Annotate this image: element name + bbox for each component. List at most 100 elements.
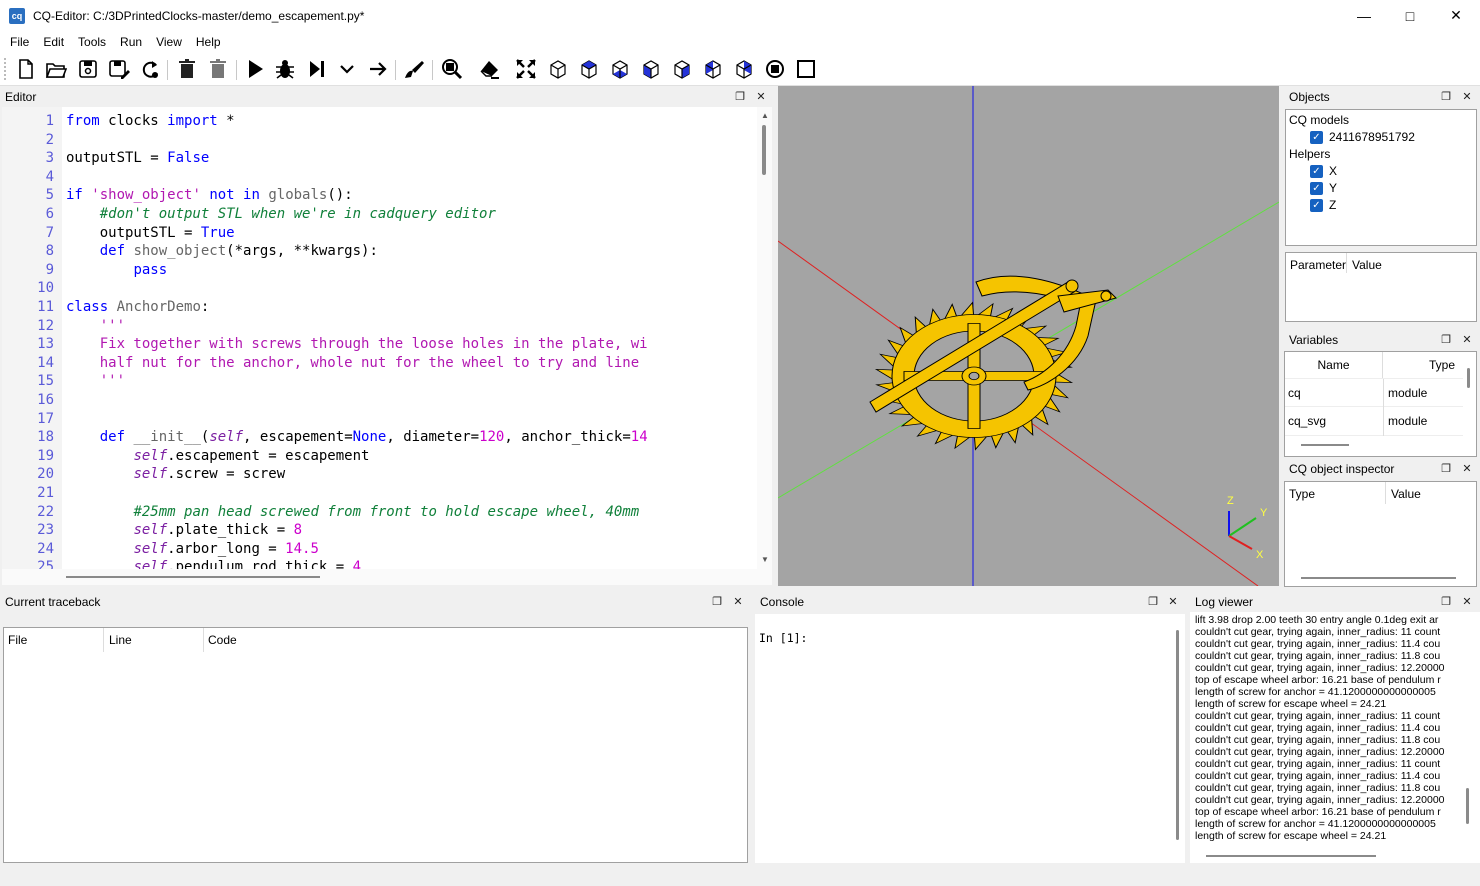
menu-run[interactable]: Run	[113, 35, 149, 49]
shaded-icon[interactable]	[794, 57, 818, 81]
code-line[interactable]: outputSTL = False	[66, 150, 209, 166]
column-header-parameter[interactable]: Parameter	[1290, 258, 1346, 272]
column-header-file[interactable]: File	[8, 633, 27, 647]
close-icon[interactable]: ✕	[1460, 462, 1474, 476]
code-line[interactable]: class AnchorDemo:	[66, 299, 209, 315]
code-line[interactable]: #25mm pan head screwed from front to hol…	[66, 504, 639, 520]
close-icon[interactable]: ✕	[1460, 595, 1474, 609]
scrollbar-thumb[interactable]	[762, 125, 766, 175]
close-icon[interactable]: ✕	[1433, 0, 1479, 31]
close-icon[interactable]: ✕	[1166, 595, 1180, 609]
menu-view[interactable]: View	[149, 35, 189, 49]
float-icon[interactable]: ❐	[1439, 595, 1453, 609]
table-row[interactable]: cq_svg module	[1285, 407, 1463, 436]
column-header-value[interactable]: Value	[1391, 487, 1421, 501]
float-icon[interactable]: ❐	[733, 90, 747, 104]
checkbox-checked-icon[interactable]: ✓	[1310, 130, 1323, 144]
run-icon[interactable]	[243, 57, 267, 81]
maximize-icon[interactable]: □	[1387, 0, 1433, 31]
float-icon[interactable]: ❐	[1439, 462, 1453, 476]
3d-viewport[interactable]: Z Y X	[778, 86, 1279, 586]
menu-edit[interactable]: Edit	[36, 35, 71, 49]
float-icon[interactable]: ❐	[1439, 90, 1453, 104]
column-header-value[interactable]: Value	[1352, 258, 1382, 272]
minimize-icon[interactable]: —	[1341, 0, 1387, 31]
new-file-icon[interactable]	[14, 57, 38, 81]
close-icon[interactable]: ✕	[754, 90, 768, 104]
code-line[interactable]: '''	[66, 373, 125, 389]
fit-icon[interactable]	[440, 57, 464, 81]
save-icon[interactable]	[76, 57, 100, 81]
scrollbar-thumb[interactable]	[66, 576, 320, 578]
checkbox-checked-icon[interactable]: ✓	[1310, 181, 1323, 195]
checkbox-checked-icon[interactable]: ✓	[1310, 164, 1323, 178]
code-line[interactable]: half nut for the anchor, whole nut for t…	[66, 355, 639, 371]
parameter-table[interactable]: Parameter Value	[1285, 252, 1477, 322]
code-line[interactable]: outputSTL = True	[66, 225, 235, 241]
step-in-icon[interactable]	[335, 57, 359, 81]
left-view-icon[interactable]	[701, 57, 725, 81]
code-line[interactable]: self.pendulum_rod_thick = 4	[66, 559, 361, 569]
tree-group-cq-models[interactable]: CQ models	[1289, 113, 1349, 127]
code-line[interactable]: #don't output STL when we're in cadquery…	[66, 206, 496, 222]
column-header-code[interactable]: Code	[208, 633, 237, 647]
eraser-icon[interactable]	[478, 57, 502, 81]
code-line[interactable]: Fix together with screws through the loo…	[66, 336, 648, 352]
top-view-icon[interactable]	[577, 57, 601, 81]
scrollbar-thumb[interactable]	[1176, 630, 1179, 840]
code-line[interactable]: def show_object(*args, **kwargs):	[66, 243, 378, 259]
scroll-up-icon[interactable]: ▲	[761, 111, 769, 120]
menu-help[interactable]: Help	[189, 35, 228, 49]
code-line[interactable]: self.arbor_long = 14.5	[66, 541, 318, 557]
float-icon[interactable]: ❐	[710, 595, 724, 609]
float-icon[interactable]: ❐	[1439, 333, 1453, 347]
menu-tools[interactable]: Tools	[71, 35, 113, 49]
column-header-line[interactable]: Line	[109, 633, 132, 647]
step-icon[interactable]	[305, 57, 329, 81]
column-header-type[interactable]: Type	[1383, 352, 1463, 378]
close-icon[interactable]: ✕	[1460, 333, 1474, 347]
tree-group-helpers[interactable]: Helpers	[1289, 147, 1330, 161]
wireframe-icon[interactable]	[763, 57, 787, 81]
right-view-icon[interactable]	[732, 57, 756, 81]
code-line[interactable]: self.plate_thick = 8	[66, 522, 302, 538]
open-folder-icon[interactable]	[44, 57, 68, 81]
checkbox-checked-icon[interactable]: ✓	[1310, 198, 1323, 212]
scrollbar-thumb[interactable]	[1466, 788, 1469, 824]
reload-icon[interactable]	[138, 57, 162, 81]
table-row[interactable]: cq module	[1285, 378, 1463, 408]
log-panel[interactable]: lift 3.98 drop 2.00 teeth 30 entry angle…	[1190, 612, 1480, 863]
front-view-icon[interactable]	[639, 57, 663, 81]
code-line[interactable]: from clocks import *	[66, 113, 235, 129]
menu-file[interactable]: File	[3, 35, 36, 49]
scrollbar-thumb[interactable]	[1206, 855, 1376, 857]
delete-icon[interactable]	[175, 57, 199, 81]
console-panel[interactable]: In [1]:	[755, 614, 1185, 863]
horizontal-scrollbar[interactable]	[2, 569, 772, 585]
scroll-down-icon[interactable]: ▼	[761, 555, 769, 564]
code-editor[interactable]: 1 2 3 4 5 6 7 8 9 10 11 12 13 14 15 16 17 18 19 20 21 22 23 24 2…	[2, 107, 772, 569]
tree-item-y[interactable]: ✓ Y	[1310, 181, 1337, 195]
continue-icon[interactable]	[366, 57, 390, 81]
scrollbar-thumb[interactable]	[1301, 444, 1349, 446]
close-icon[interactable]: ✕	[1460, 90, 1474, 104]
back-view-icon[interactable]	[670, 57, 694, 81]
clear-icon[interactable]	[402, 57, 426, 81]
debug-icon[interactable]	[273, 57, 297, 81]
vertical-scrollbar[interactable]: ▲ ▼	[757, 107, 772, 569]
tree-item-x[interactable]: ✓ X	[1310, 164, 1337, 178]
variables-table[interactable]: Name Type cq module cq_svg module	[1284, 351, 1477, 457]
float-icon[interactable]: ❐	[1146, 595, 1160, 609]
code-line[interactable]: '''	[66, 318, 125, 334]
scrollbar-thumb[interactable]	[1467, 368, 1470, 388]
code-line[interactable]: self.escapement = escapement	[66, 448, 369, 464]
code-line[interactable]: if 'show_object' not in globals():	[66, 187, 353, 203]
inspector-table[interactable]: Type Value	[1284, 481, 1477, 587]
save-as-icon[interactable]	[107, 57, 131, 81]
tree-item-z[interactable]: ✓ Z	[1310, 198, 1336, 212]
tree-item-model[interactable]: ✓ 2411678951792	[1310, 130, 1415, 144]
traceback-table[interactable]: File Line Code	[3, 627, 748, 863]
scrollbar-thumb[interactable]	[1301, 577, 1456, 579]
bottom-view-icon[interactable]	[608, 57, 632, 81]
close-icon[interactable]: ✕	[731, 595, 745, 609]
